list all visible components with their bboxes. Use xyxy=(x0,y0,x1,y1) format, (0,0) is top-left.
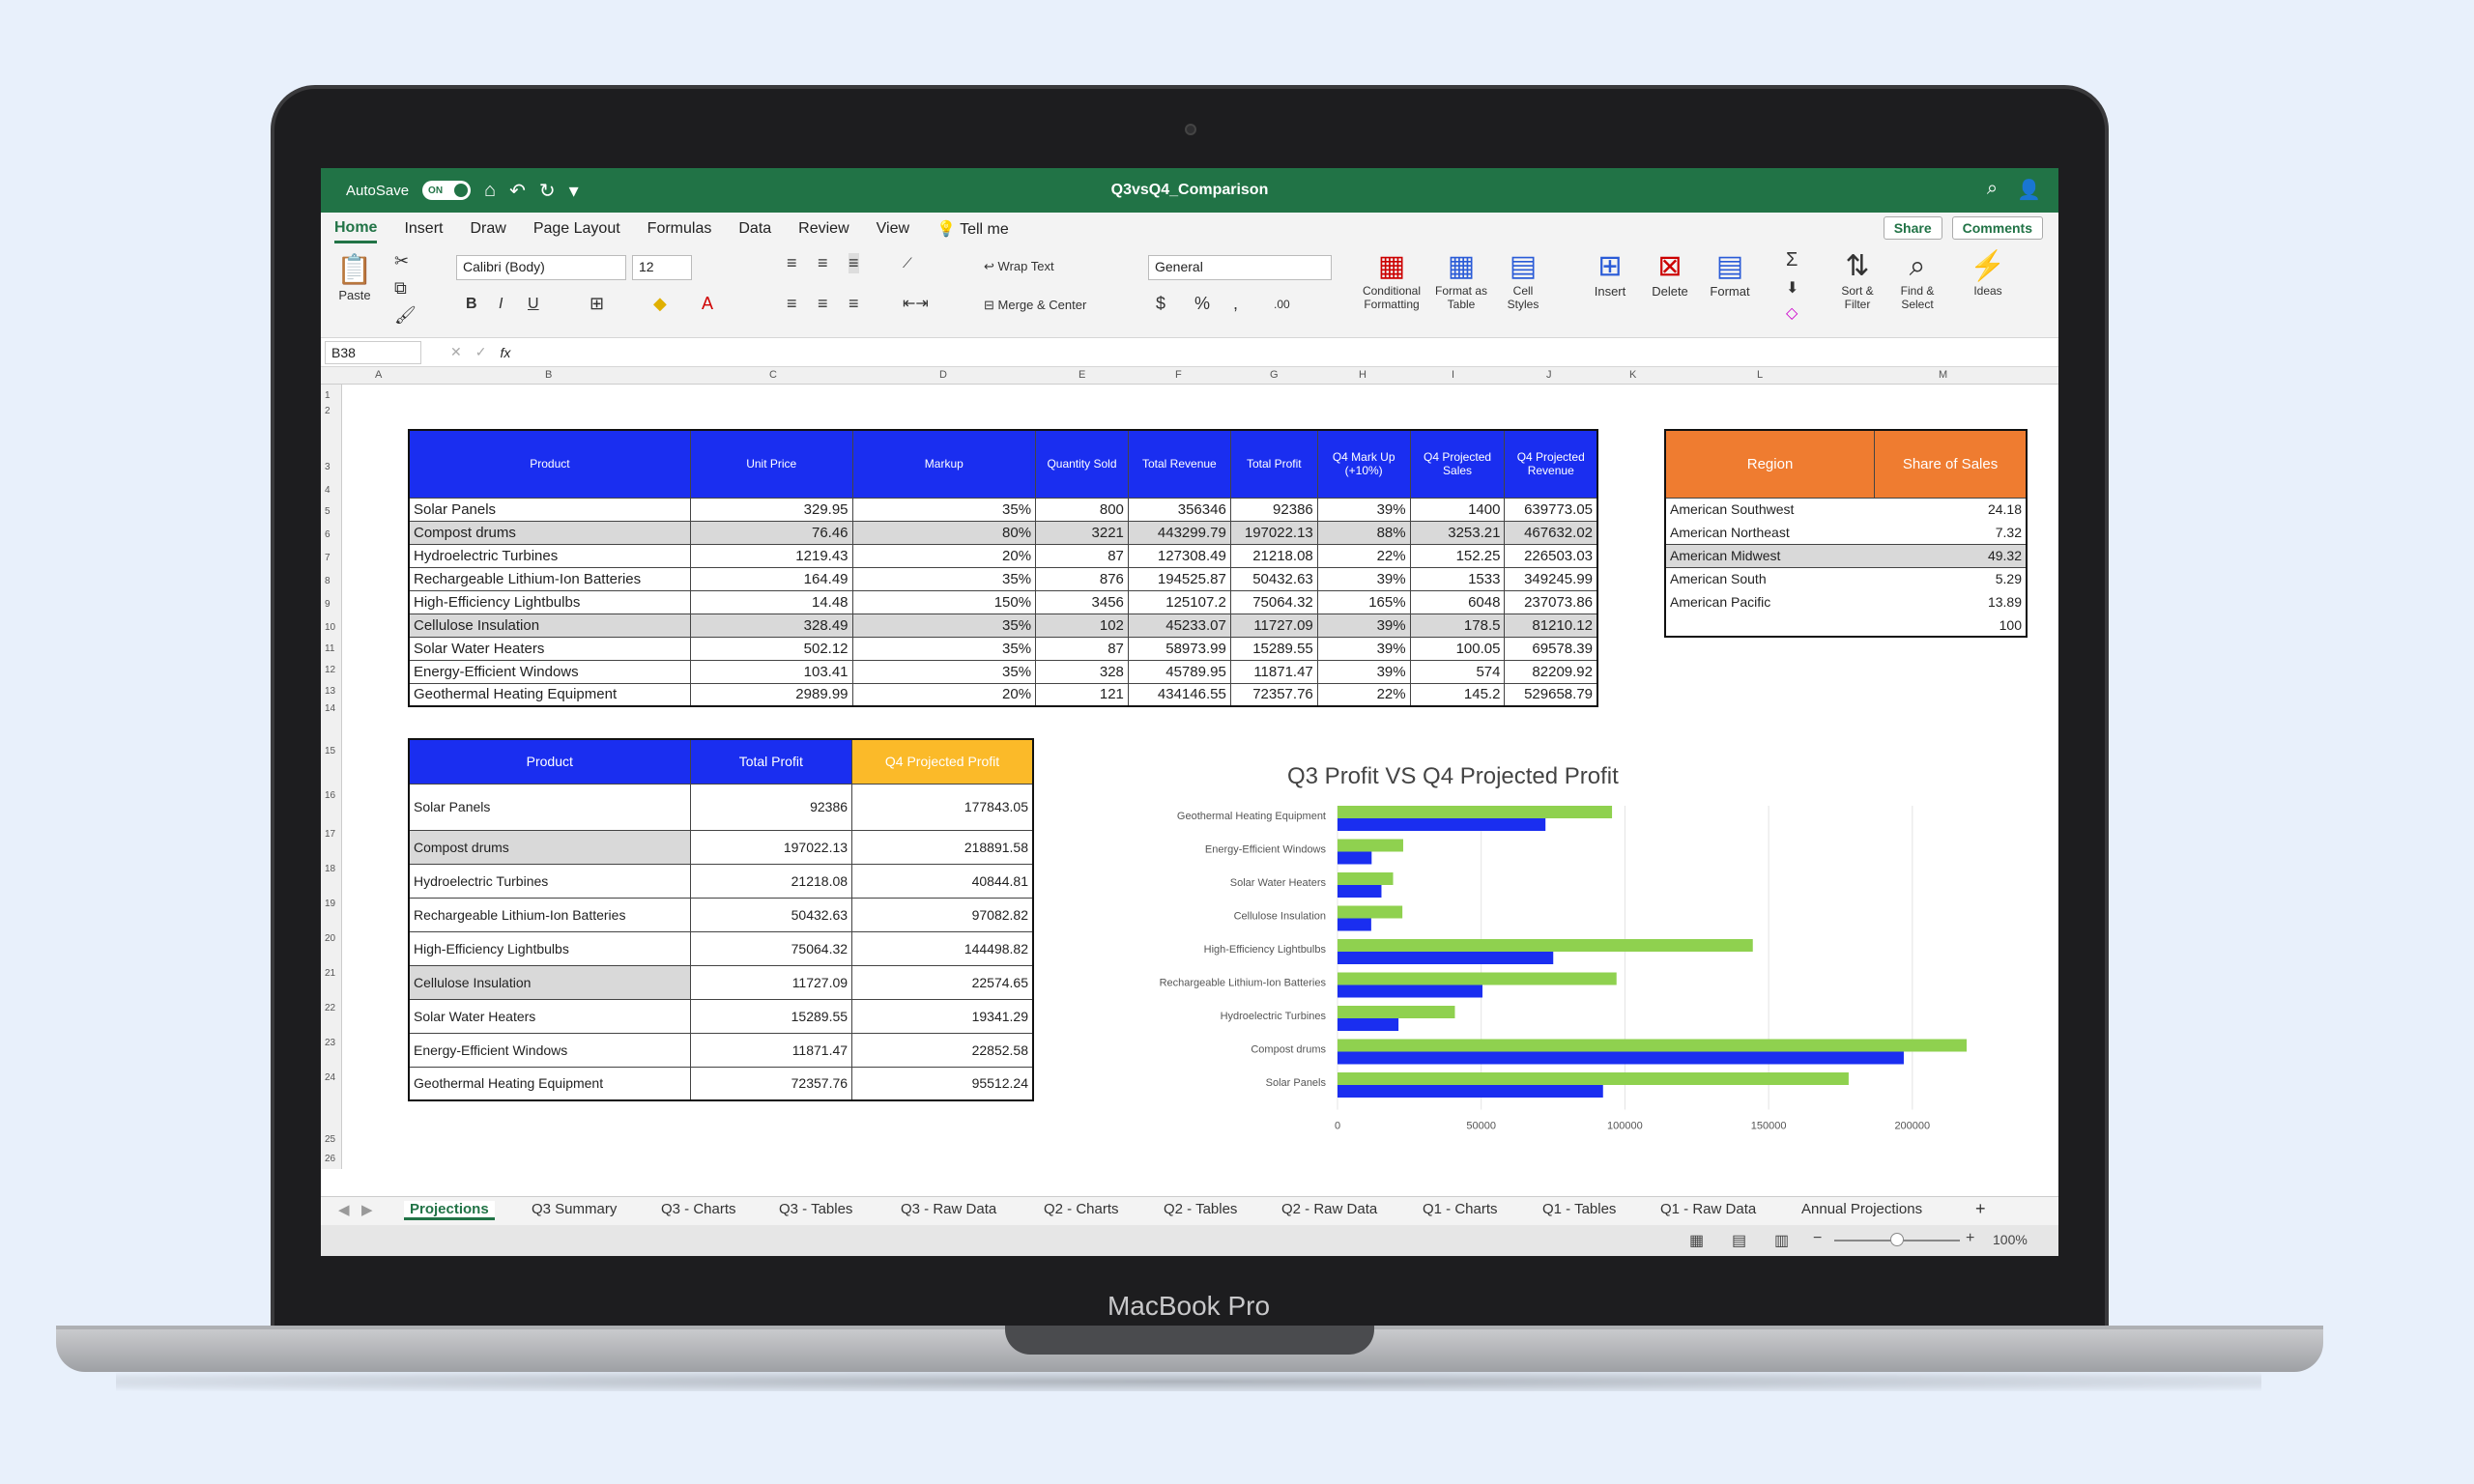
sheet-tab[interactable]: Q1 - Raw Data xyxy=(1660,1201,1756,1217)
category-label: Hydroelectric Turbines xyxy=(1221,1011,1327,1022)
category-label: Geothermal Heating Equipment xyxy=(1177,811,1326,822)
sheet-tab[interactable]: Annual Projections xyxy=(1801,1201,1922,1217)
sheet-tab[interactable]: Q3 - Raw Data xyxy=(901,1201,996,1217)
camera xyxy=(1185,124,1196,135)
category-label: Solar Water Heaters xyxy=(1230,877,1327,889)
bar[interactable] xyxy=(1338,985,1482,998)
x-tick-label: 200000 xyxy=(1894,1121,1930,1132)
laptop-shadow xyxy=(116,1372,2261,1391)
page-layout-view-icon[interactable]: ▤ xyxy=(1732,1231,1746,1250)
sheet-tab[interactable]: Q1 - Charts xyxy=(1423,1201,1498,1217)
laptop-notch xyxy=(1005,1326,1374,1355)
x-tick-label: 50000 xyxy=(1466,1121,1496,1132)
bar[interactable] xyxy=(1338,952,1554,964)
bar[interactable] xyxy=(1338,885,1382,898)
bar[interactable] xyxy=(1338,1051,1904,1065)
sheet-tabs: ◀ ▶ Projections Q3 Summary Q3 - Charts Q… xyxy=(321,1196,2058,1225)
x-tick-label: 100000 xyxy=(1607,1121,1643,1132)
bar[interactable] xyxy=(1338,905,1403,919)
bar[interactable] xyxy=(1338,939,1753,952)
category-label: Solar Panels xyxy=(1266,1077,1327,1089)
normal-view-icon[interactable]: ▦ xyxy=(1689,1231,1704,1250)
sheet-tab[interactable]: Q3 Summary xyxy=(532,1201,617,1217)
device-label: MacBook Pro xyxy=(1107,1291,1271,1321)
category-label: Energy-Efficient Windows xyxy=(1205,844,1327,856)
bar[interactable] xyxy=(1338,1039,1967,1052)
category-label: High-Efficiency Lightbulbs xyxy=(1204,944,1327,956)
excel-window: AutoSave ON ⌂ ↶ ↻ ▾ Q3vsQ4_Comparison ⌕ … xyxy=(321,168,2058,1256)
bar[interactable] xyxy=(1338,918,1371,931)
category-label: Compost drums xyxy=(1251,1044,1326,1056)
bar[interactable] xyxy=(1338,851,1372,865)
x-tick-label: 150000 xyxy=(1751,1121,1787,1132)
zoom-level: 100% xyxy=(1993,1232,2028,1247)
bar[interactable] xyxy=(1338,806,1613,818)
add-sheet-button[interactable]: + xyxy=(1975,1199,1986,1219)
x-tick-label: 0 xyxy=(1335,1121,1340,1132)
bar[interactable] xyxy=(1338,1018,1399,1031)
bar[interactable] xyxy=(1338,972,1617,985)
bar[interactable] xyxy=(1338,839,1403,852)
sheet-tab[interactable]: Q1 - Tables xyxy=(1542,1201,1616,1217)
bar[interactable] xyxy=(1338,1072,1849,1085)
bar[interactable] xyxy=(1338,1006,1455,1018)
sheet-tab[interactable]: Q3 - Tables xyxy=(779,1201,852,1217)
prev-sheet-icon[interactable]: ◀ xyxy=(338,1201,350,1218)
sheet-tab[interactable]: Q3 - Charts xyxy=(661,1201,736,1217)
sheet-tab[interactable]: Q2 - Raw Data xyxy=(1281,1201,1377,1217)
status-bar: ▦ ▤ ▥ − + 100% xyxy=(321,1225,2058,1256)
zoom-slider-handle[interactable] xyxy=(1890,1233,1904,1246)
sheet-tab[interactable]: Projections xyxy=(404,1201,495,1220)
zoom-in-icon[interactable]: + xyxy=(1966,1230,1974,1247)
next-sheet-icon[interactable]: ▶ xyxy=(361,1201,373,1218)
sheet-tab[interactable]: Q2 - Charts xyxy=(1044,1201,1119,1217)
sheet-tab[interactable]: Q2 - Tables xyxy=(1164,1201,1237,1217)
bar[interactable] xyxy=(1338,818,1546,831)
category-label: Cellulose Insulation xyxy=(1234,911,1326,923)
bar[interactable] xyxy=(1338,872,1394,885)
category-label: Rechargeable Lithium-Ion Batteries xyxy=(1160,978,1327,989)
bar[interactable] xyxy=(1338,1085,1603,1098)
profit-bar-chart: 0 50000 100000 150000 200000 Geothermal Heati… xyxy=(1160,806,1967,1132)
page-break-view-icon[interactable]: ▥ xyxy=(1774,1231,1789,1250)
zoom-out-icon[interactable]: − xyxy=(1813,1230,1822,1247)
